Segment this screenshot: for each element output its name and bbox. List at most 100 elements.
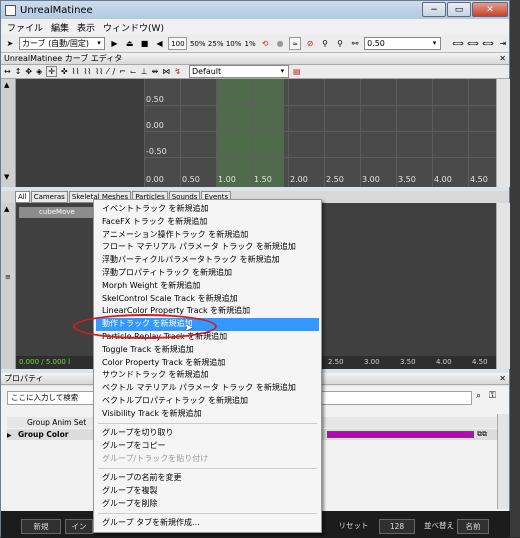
menu-view[interactable]: 表示 (77, 21, 95, 34)
snap-icon[interactable]: ⊘ (304, 37, 316, 50)
speed-25-button[interactable]: 25% (208, 37, 224, 50)
scroll-down-icon[interactable]: ▼ (4, 173, 9, 181)
camera-icon[interactable]: ● (274, 37, 286, 50)
fit-vertical-icon[interactable]: ↕ (15, 67, 22, 76)
maximize-button[interactable]: ▭ (447, 2, 471, 17)
close-button[interactable]: ✕ (472, 2, 508, 17)
create-tab-icon[interactable]: ⋈ (162, 67, 170, 76)
menu-item-duplicate-group[interactable]: グループを複製 (96, 485, 319, 498)
menu-item[interactable]: 浮動プロパティトラック を新規追加 (96, 267, 319, 280)
menu-item[interactable]: Morph Weight を新規追加 (96, 280, 319, 293)
loop-range-band (216, 79, 284, 187)
snap-value-select[interactable]: 0.50 ▾ (364, 37, 441, 50)
close-icon[interactable]: ✕ (499, 53, 506, 65)
menu-item[interactable]: SkelControl Scale Track を新規追加 (96, 293, 319, 306)
reverse-icon[interactable]: ◀ (153, 37, 165, 50)
speed-10-button[interactable]: 10% (226, 37, 242, 50)
constant-icon[interactable]: ⌐ (119, 67, 126, 76)
new-button[interactable]: 新規 (21, 519, 61, 534)
menu-item[interactable]: Visibility Track を新規追加 (96, 408, 319, 421)
menu-edit[interactable]: 編集 (51, 21, 69, 34)
menu-item[interactable]: イベントトラック を新規追加 (96, 203, 319, 216)
track-list-gutter: ▲ ≡ (1, 203, 16, 369)
auto-clamped-icon[interactable]: ⌇⌇ (83, 67, 91, 76)
search-icon[interactable]: ⌕ (476, 391, 481, 401)
menu-item[interactable]: アニメーション操作トラック を新規追加 (96, 229, 319, 242)
snap-key-icon[interactable]: ⚲ (334, 37, 346, 50)
menu-item[interactable]: Toggle Track を新規追加 (96, 344, 319, 357)
thumbnail-size-select[interactable]: 128 (379, 519, 415, 534)
menu-item[interactable]: 浮動パーティクルパラメータトラック を新規追加 (96, 254, 319, 267)
import-button[interactable]: イン (65, 519, 93, 534)
menu-item[interactable]: ベクトル マテリアル パラメータ トラック を新規追加 (96, 382, 319, 395)
close-icon[interactable]: ✕ (499, 373, 506, 385)
menu-item-cut-group[interactable]: グループを切り取り (96, 427, 319, 440)
linear-icon[interactable]: ∕ (112, 67, 115, 76)
curve-preset-select[interactable]: Default ▾ (188, 65, 289, 78)
zoom-mode-icon[interactable]: ✜ (61, 67, 68, 76)
app-icon (5, 4, 16, 16)
break-tangent-icon[interactable]: ⁄ (107, 67, 108, 76)
link-icon[interactable]: ⚯ (349, 37, 361, 50)
snap-time-icon[interactable]: ⚲ (319, 37, 331, 50)
sort-select[interactable]: 名前 (457, 519, 489, 534)
scroll-up-icon[interactable]: ▲ (4, 81, 9, 89)
track-vertical-scrollbar[interactable] (496, 203, 510, 369)
fit-horizontal-icon[interactable]: ↔ (4, 67, 11, 76)
fit-view-icon[interactable]: ⟺ (467, 37, 479, 50)
curve-vertical-scrollbar[interactable] (496, 79, 510, 187)
properties-scrollbar[interactable] (497, 414, 509, 509)
grid-line (288, 79, 289, 187)
delete-preset-icon[interactable]: ▤ (293, 67, 301, 76)
menu-item[interactable]: ベクトルプロパティトラック を新規追加 (96, 395, 319, 408)
tab-all[interactable]: All (15, 191, 30, 203)
flatten-icon[interactable]: ⌙ (130, 67, 137, 76)
menu-file[interactable]: ファイル (7, 21, 43, 34)
reset-button[interactable]: リセット (331, 519, 376, 534)
auto-tangent-icon[interactable]: ⌇⌇ (72, 67, 80, 76)
add-key-icon[interactable]: ➤ (4, 37, 16, 50)
minimize-button[interactable]: − (422, 2, 446, 17)
expand-icon[interactable]: ▶ (7, 432, 12, 439)
menu-item-paste-group: グループ/トラックを貼り付け (102, 453, 209, 463)
group-header[interactable]: cubeMove (19, 207, 99, 218)
menu-window[interactable]: ウィンドウ(W) (103, 21, 164, 34)
lock-icon[interactable]: ⚿ (489, 391, 496, 401)
x-label: 4.50 (470, 175, 488, 184)
goto-end-icon[interactable]: ⇥ (497, 37, 509, 50)
menu-item[interactable]: フロート マテリアル パラメータ トラック を新規追加 (96, 241, 319, 254)
menu-item-rename-group[interactable]: グループの名前を変更 (96, 472, 319, 485)
curve-mode-select[interactable]: カーブ (自動/固定) ▾ (19, 37, 106, 50)
stop-icon[interactable]: ■ (138, 37, 150, 50)
show-all-icon[interactable]: ⇹ (152, 67, 159, 76)
record-icon[interactable]: ⟲ (259, 37, 271, 50)
sort-label: 並べ替え (424, 521, 454, 530)
fit-selected-icon[interactable]: ◈ (36, 67, 42, 76)
tab-cameras[interactable]: Cameras (30, 191, 68, 203)
window-title: UnrealMatinee (20, 4, 93, 16)
menu-item-new-group-tab[interactable]: グループ タブを新規作成... (96, 517, 319, 530)
color-picker-icon[interactable]: ⧉⧉ (477, 429, 487, 440)
straighten-icon[interactable]: ⊥ (141, 67, 148, 76)
play-icon[interactable]: ▶ (108, 37, 120, 50)
fit-loop-icon[interactable]: ⟺ (482, 37, 494, 50)
menu-item-delete-group[interactable]: グループを削除 (96, 498, 319, 511)
menu-item[interactable]: サウンドトラック を新規追加 (96, 369, 319, 382)
fit-sequence-icon[interactable]: ⟺ (452, 37, 464, 50)
gripper-icon[interactable]: ≡ (5, 273, 11, 281)
fit-all-icon[interactable]: ✥ (25, 67, 32, 76)
loop-icon[interactable]: ⏏ (123, 37, 135, 50)
delete-tab-icon[interactable]: ↯ (174, 67, 181, 76)
group-color-swatch[interactable] (327, 431, 474, 438)
speed-50-button[interactable]: 50% (190, 37, 206, 50)
menu-item-copy-group[interactable]: グループをコピー (96, 440, 319, 453)
curve-graph[interactable]: 0.50 0.00 -0.50 0.00 0.50 1.00 1.50 2.00… (16, 79, 496, 187)
speed-1-button[interactable]: 1% (244, 37, 256, 50)
scroll-up-icon[interactable]: ▲ (4, 205, 9, 213)
menu-item[interactable]: FaceFX トラック を新規追加 (96, 216, 319, 229)
menu-item[interactable]: Color Property Track を新規追加 (96, 357, 319, 370)
curve-editor-toggle-icon[interactable]: ≈ (289, 37, 302, 50)
speed-100-button[interactable]: 100 (168, 37, 188, 50)
pan-mode-icon[interactable]: ✛ (46, 66, 57, 77)
user-tangent-icon[interactable]: ⌇⌇ (95, 67, 103, 76)
